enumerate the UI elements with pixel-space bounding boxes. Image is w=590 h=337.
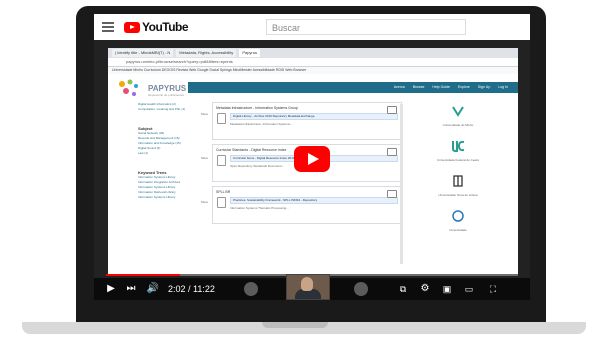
laptop-notch <box>262 322 328 328</box>
play-button-overlay[interactable] <box>294 146 330 172</box>
university-name: Universidade Federal do Ceará <box>437 158 479 162</box>
menu-icon[interactable] <box>102 22 114 32</box>
share-icon <box>387 190 397 198</box>
youtube-header: YouTube Buscar <box>94 14 530 40</box>
settings-gear-icon[interactable]: ⚙ <box>418 278 432 300</box>
browser-tab-active: Papyrus <box>239 49 260 57</box>
presenter-webcam-overlay <box>286 274 330 300</box>
university-entry: Universidade Nova de Lisboa <box>408 172 508 197</box>
next-icon[interactable]: ⏭ <box>124 278 138 300</box>
browser-tabs: | Identify title - MindsMBI(T) - N Metad… <box>108 48 518 58</box>
papyrus-page: PAPYRUS Repositório de publicações Acerc… <box>108 74 518 274</box>
play-icon[interactable]: ▶ <box>104 278 118 300</box>
nav-link: Browse <box>412 85 425 89</box>
address-bar: papyrus.uminho.pt/browse/search?query=pd… <box>108 58 518 67</box>
university-logo-icon <box>452 210 464 222</box>
university-entry: Universidade Federal do Ceará <box>408 137 508 162</box>
document-icon <box>217 155 226 166</box>
university-name: Universidade <box>449 228 467 232</box>
nav-link: Acerca <box>393 85 405 89</box>
nav-link: Sign Up <box>477 85 491 89</box>
facet-sidebar: Digital Health Informatics (2) Computati… <box>138 102 208 272</box>
university-name: Universidade Nova de Lisboa <box>438 193 478 197</box>
overlay-circle-icon <box>354 282 368 296</box>
university-logo-icon <box>452 106 464 117</box>
miniplayer-icon[interactable]: ▣ <box>440 278 454 300</box>
youtube-play-icon <box>124 21 140 33</box>
university-logo-icon <box>453 175 463 187</box>
nav-link: Help Guide <box>432 85 450 89</box>
document-icon <box>217 113 226 124</box>
university-entry: Universidade <box>408 207 508 232</box>
subtitles-icon[interactable]: ⧉ <box>396 278 410 300</box>
theater-mode-icon[interactable]: ▭ <box>462 278 476 300</box>
time-display: 2:02 / 11:22 <box>168 284 215 294</box>
youtube-logo[interactable]: YouTube <box>124 20 189 34</box>
nav-link: Explore <box>457 85 470 89</box>
search-input[interactable]: Buscar <box>266 19 466 35</box>
document-icon <box>217 197 226 208</box>
facet-more-link: More <box>201 200 208 204</box>
site-navbar: Acerca Browse Help Guide Explore Sign Up… <box>188 82 518 93</box>
results-list: Metadata Infrastructure - Information Sy… <box>212 102 402 272</box>
page-scrollbar <box>400 104 403 264</box>
result-card: SPLL BR Practices, Sustainability Framew… <box>212 186 402 224</box>
papyrus-logo-text: PAPYRUS <box>148 84 187 93</box>
fullscreen-icon[interactable]: ⛶ <box>486 278 500 300</box>
volume-icon[interactable]: 🔊 <box>146 278 160 300</box>
university-name: Universidade do Minho <box>442 123 474 127</box>
result-card: Metadata Infrastructure - Information Sy… <box>212 102 402 140</box>
facet-more-link: More <box>201 156 208 160</box>
partner-universities: Universidade do Minho Universidade Feder… <box>408 102 508 272</box>
share-icon <box>387 106 397 114</box>
video-player[interactable]: | Identify title - MindsMBI(T) - N Metad… <box>94 40 530 300</box>
result-reference: Practices, Sustainability Framework - SP… <box>230 197 398 204</box>
university-entry: Universidade do Minho <box>408 102 508 127</box>
youtube-logo-text: YouTube <box>142 20 189 34</box>
result-description: Information Systems Thematic Processing.… <box>230 206 289 210</box>
presenter-head <box>301 277 313 291</box>
browser-tab: Metadata, Rights, Accessibility <box>176 49 237 57</box>
overlay-circle-icon <box>244 282 258 296</box>
nav-link: Log In <box>498 85 508 89</box>
progress-fill <box>106 274 181 276</box>
result-title: SPLL BR <box>216 190 231 194</box>
facet-more-link: More <box>201 112 208 116</box>
laptop-screen: YouTube Buscar | Identify title - MindsM… <box>94 14 530 300</box>
result-description: Metadata Infrastructure; Information Sys… <box>230 122 293 126</box>
university-logo-icon <box>452 140 465 152</box>
result-reference: Digital Library... Archive 2019 Reposito… <box>230 113 398 120</box>
papyrus-logo-subtitle: Repositório de publicações <box>148 93 185 97</box>
share-icon <box>387 148 397 156</box>
browser-tab: | Identify title - MindsMBI(T) - N <box>112 49 174 57</box>
result-title: Metadata Infrastructure - Information Sy… <box>216 106 298 110</box>
